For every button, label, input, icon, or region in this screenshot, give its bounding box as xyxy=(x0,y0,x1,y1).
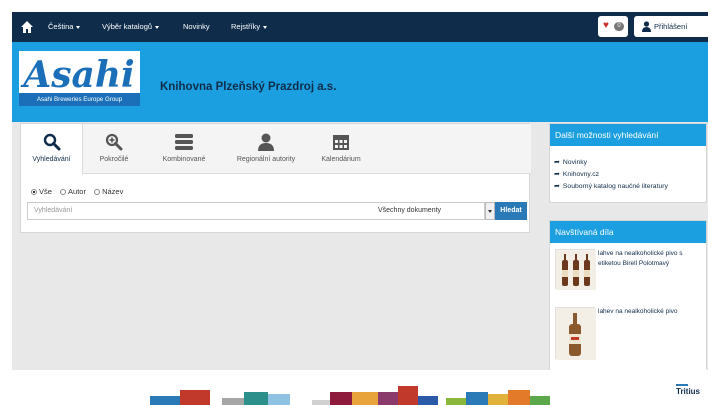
home-icon[interactable] xyxy=(20,20,34,34)
beer-bottle-image xyxy=(556,308,596,360)
link-news-label: Novinky xyxy=(562,159,588,166)
tritius-brand-label: Tritius xyxy=(676,387,701,396)
chevron-down-icon xyxy=(76,25,81,29)
nav-indexes-label: Rejstříky xyxy=(231,22,261,31)
search-button[interactable]: Hledat xyxy=(495,202,527,220)
document-filter-dropdown[interactable] xyxy=(485,202,495,220)
nav-catalogs[interactable]: Výběr katalogů xyxy=(102,22,160,31)
login-label: Přihlášení xyxy=(654,22,688,31)
book-cover-thumbnail[interactable] xyxy=(555,307,596,360)
chevron-down-icon xyxy=(263,25,268,29)
search-panel: Vyhledávání Pokročilé Kombinované Region… xyxy=(20,123,531,233)
search-scope-radios: Vše Autor Název xyxy=(31,187,129,196)
visited-item-title[interactable]: lahve na nealkoholické pivo s etiketou B… xyxy=(598,249,704,269)
radio-dot xyxy=(60,189,67,195)
library-logo[interactable]: Asahi Asahi Breweries Europe Group xyxy=(19,51,140,106)
search-placeholder: Vyhledávání xyxy=(34,207,73,214)
calendar-icon xyxy=(333,135,349,150)
svg-text:Asahi: Asahi xyxy=(20,54,134,93)
nav-language[interactable]: Čeština xyxy=(48,22,81,31)
heart-icon: ♥ xyxy=(603,20,609,31)
tab-advanced[interactable]: Pokročilé xyxy=(83,124,145,174)
tab-search-label: Vyhledávání xyxy=(32,156,71,163)
link-news[interactable]: ➦ Novinky xyxy=(554,158,587,166)
favorites-button[interactable]: ♥ 0 xyxy=(598,16,628,37)
visited-works-title: Navštívaná díla xyxy=(550,221,706,243)
link-union-catalog-label: Souborný katalog naučné literatury xyxy=(562,183,668,190)
tab-combined[interactable]: Kombinované xyxy=(145,124,223,174)
decorative-bookshelf xyxy=(150,384,688,405)
link-union-catalog[interactable]: ➦ Souborný katalog naučné literatury xyxy=(554,182,668,190)
library-header: Asahi Asahi Breweries Europe Group Kniho… xyxy=(12,42,708,122)
radio-all[interactable]: Vše xyxy=(31,187,52,196)
visited-item-title[interactable]: lahev na nealkoholické pivo xyxy=(598,307,704,317)
radio-dot xyxy=(94,189,101,195)
tab-calendar[interactable]: Kalendárium xyxy=(309,124,373,174)
favorites-count-badge: 0 xyxy=(614,22,624,31)
radio-title-label: Název xyxy=(102,187,124,196)
user-icon xyxy=(642,21,651,32)
search-icon xyxy=(43,133,61,151)
nav-catalogs-label: Výběr katalogů xyxy=(102,22,153,31)
top-navbar: Čeština Výběr katalogů Novinky Rejstříky… xyxy=(12,12,708,42)
more-options-panel: Další možnosti vyhledávání ➦ Novinky ➦ Kni… xyxy=(549,123,707,203)
link-knihovny-label: Knihovny.cz xyxy=(562,171,600,178)
share-arrow-icon: ➦ xyxy=(554,159,560,166)
chevron-down-icon xyxy=(488,210,492,213)
radio-title[interactable]: Název xyxy=(94,187,123,196)
login-button[interactable]: Přihlášení xyxy=(634,16,708,37)
nav-news-label: Novinky xyxy=(183,22,210,31)
library-name: Knihovna Plzeňský Prazdroj a.s. xyxy=(160,81,337,93)
radio-author[interactable]: Autor xyxy=(60,187,86,196)
nav-indexes[interactable]: Rejstříky xyxy=(231,22,268,31)
chevron-down-icon xyxy=(155,25,160,29)
stack-icon xyxy=(175,134,193,150)
share-arrow-icon: ➦ xyxy=(554,183,560,190)
tab-calendar-label: Kalendárium xyxy=(321,156,361,163)
nav-news[interactable]: Novinky xyxy=(183,22,210,31)
tab-regional-authorities-label: Regionální autority xyxy=(236,156,296,163)
visited-works-panel: Navštívaná díla lahve na nealkoholické p… xyxy=(549,220,707,370)
more-options-title: Další možnosti vyhledávání xyxy=(550,124,706,146)
tab-combined-label: Kombinované xyxy=(162,156,206,163)
tab-search[interactable]: Vyhledávání xyxy=(21,124,83,175)
document-filter-select[interactable]: Všechny dokumenty xyxy=(378,207,441,214)
radio-dot xyxy=(31,189,37,195)
user-icon xyxy=(258,133,274,151)
share-arrow-icon: ➦ xyxy=(554,171,560,178)
beer-bottles-image xyxy=(556,250,596,290)
zoom-in-icon xyxy=(105,133,123,151)
tab-advanced-label: Pokročilé xyxy=(99,156,129,163)
search-input[interactable]: Vyhledávání Všechny dokumenty xyxy=(27,202,485,220)
logo-subtitle: Asahi Breweries Europe Group xyxy=(19,93,140,106)
search-tab-bar: Vyhledávání Pokročilé Kombinované Region… xyxy=(21,124,531,175)
nav-language-label: Čeština xyxy=(48,22,74,31)
radio-author-label: Autor xyxy=(68,187,86,196)
book-cover-thumbnail[interactable] xyxy=(555,249,596,290)
link-knihovny[interactable]: ➦ Knihovny.cz xyxy=(554,170,599,178)
tab-regional-authorities[interactable]: Regionální autority xyxy=(223,124,309,174)
asahi-logo-wordmark: Asahi xyxy=(20,54,134,93)
app-frame: Čeština Výběr katalogů Novinky Rejstříky… xyxy=(12,12,708,370)
radio-all-label: Vše xyxy=(39,187,52,196)
